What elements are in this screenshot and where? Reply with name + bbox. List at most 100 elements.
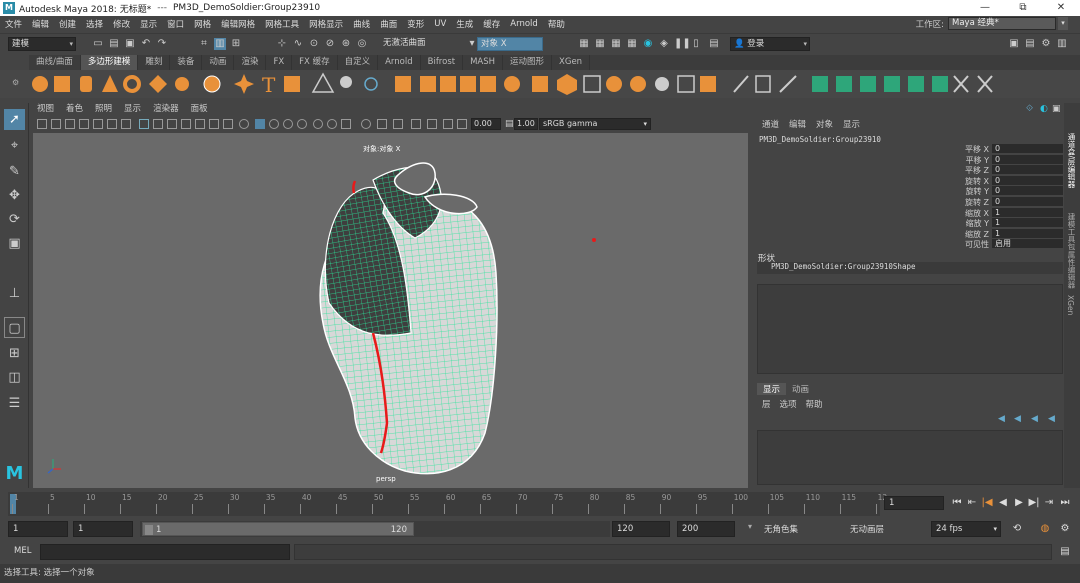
channel-row[interactable]: 平移 X0 <box>757 144 1063 154</box>
cb-menu-object[interactable]: 对象 <box>811 118 838 130</box>
undo-icon[interactable]: ↶ <box>140 38 152 50</box>
antialias-icon[interactable] <box>327 119 337 129</box>
collapse-icon[interactable] <box>700 76 716 92</box>
extract-icon[interactable] <box>480 76 496 92</box>
go-to-start-icon[interactable]: ⏮ <box>950 496 964 510</box>
login-dropdown[interactable]: 👤 登录 ▾ <box>730 37 810 51</box>
channel-row[interactable]: 平移 Z0 <box>757 165 1063 176</box>
panel-menu-lighting[interactable]: 照明 <box>89 103 118 116</box>
channel-row[interactable]: 旋转 X0 <box>757 175 1063 186</box>
panel-dock-icon[interactable]: ◐ <box>1040 104 1048 114</box>
platonic-solid-icon[interactable] <box>203 75 221 93</box>
frame-selected-icon[interactable] <box>443 119 453 129</box>
boolean-intersect-icon[interactable] <box>460 76 476 92</box>
image-plane-icon[interactable] <box>79 119 89 129</box>
snap-surface-icon[interactable]: ⊛ <box>340 38 352 50</box>
hud-icon[interactable] <box>361 119 371 129</box>
channel-value[interactable]: 0 <box>992 144 1063 154</box>
gamma-field[interactable]: 1.00 <box>514 118 538 130</box>
select-object-icon[interactable]: ▥ <box>214 38 226 50</box>
mel-label[interactable]: MEL <box>14 546 31 556</box>
shelf-options-icon[interactable]: ⚙ <box>12 78 19 87</box>
play-backward-icon[interactable]: ◀ <box>996 496 1010 510</box>
separate-icon[interactable] <box>340 76 352 88</box>
depth-of-field-icon[interactable] <box>341 119 351 129</box>
paint-select-icon[interactable]: ✎ <box>4 161 25 182</box>
resolution-gate-icon[interactable] <box>121 119 131 129</box>
pause-ipr-icon[interactable]: ❚❚ <box>674 38 691 50</box>
bevel-icon[interactable] <box>606 76 622 92</box>
panel-menu-show[interactable]: 显示 <box>118 103 147 116</box>
shelf-tab-motion-graphics[interactable]: 运动图形 <box>503 55 553 70</box>
menu-edit[interactable]: 编辑 <box>27 18 54 30</box>
open-scene-icon[interactable]: ▤ <box>108 38 120 50</box>
motion-blur-icon[interactable] <box>313 119 323 129</box>
move-tool-icon[interactable]: ✥ <box>4 185 25 206</box>
menu-deform[interactable]: 变形 <box>402 18 429 30</box>
shape-row[interactable]: PM3D_DemoSoldier:Group23910Shape <box>757 262 1063 274</box>
panel-float-icon[interactable]: ⟐ <box>1026 104 1033 114</box>
panel-menu-view[interactable]: 视图 <box>31 103 60 116</box>
shelf-tab-sculpt[interactable]: 雕刻 <box>138 55 171 70</box>
fill-hole-icon[interactable] <box>630 76 646 92</box>
shade-wire-icon[interactable] <box>167 119 177 129</box>
xray-components-icon[interactable] <box>283 119 293 129</box>
hypershade-icon[interactable]: ◉ <box>642 38 654 50</box>
layer-move-down-icon[interactable]: ◀ <box>1014 414 1021 424</box>
shelf-tab-rendering[interactable]: 渲染 <box>234 55 267 70</box>
bridge-icon[interactable] <box>583 75 601 93</box>
channel-value[interactable]: 1 <box>992 218 1063 229</box>
layer-tab-display[interactable]: 显示 <box>757 383 787 395</box>
boolean-union-icon[interactable] <box>420 76 436 92</box>
layer-tab-anim[interactable]: 动画 <box>786 383 815 395</box>
film-gate-icon[interactable] <box>107 119 117 129</box>
shelf-tab-arnold[interactable]: Arnold <box>378 55 421 70</box>
side-tab-attribute-editor[interactable]: 属性编辑器 <box>1066 251 1077 289</box>
channel-row[interactable]: 缩放 Z1 <box>757 228 1063 239</box>
poly-cylinder-icon[interactable] <box>80 76 92 92</box>
camera-lock-icon[interactable] <box>411 119 421 129</box>
go-to-end-icon[interactable]: ⏭ <box>1058 496 1072 510</box>
anim-end-field[interactable]: 200 <box>677 521 735 537</box>
poly-torus-icon[interactable] <box>123 75 141 93</box>
menu-arnold[interactable]: Arnold <box>505 19 543 29</box>
menu-curves[interactable]: 曲线 <box>348 18 375 30</box>
gate-mask-icon[interactable] <box>457 119 467 129</box>
channel-row[interactable]: 可见性 启用 <box>757 239 1063 250</box>
menu-create[interactable]: 创建 <box>54 18 81 30</box>
shelf-tab-fx[interactable]: FX <box>266 55 293 70</box>
retopo-icon[interactable] <box>532 76 548 92</box>
camera-attr-icon[interactable] <box>51 119 61 129</box>
new-layer-selected-icon[interactable]: ◀ <box>1048 414 1055 424</box>
play-forward-icon[interactable]: ▶ <box>1012 496 1026 510</box>
outliner-layout-icon[interactable]: ☰ <box>4 393 25 414</box>
new-layer-icon[interactable]: ◀ <box>1031 414 1038 424</box>
select-tool-icon[interactable]: ➚ <box>4 109 25 130</box>
sidebar-toggle-icon[interactable]: ▤ <box>708 38 720 50</box>
lights-icon[interactable] <box>195 119 205 129</box>
connect-icon[interactable] <box>860 76 876 92</box>
panel-menu-panels[interactable]: 面板 <box>185 103 214 116</box>
exposure-field[interactable]: 0.00 <box>471 118 501 130</box>
character-set-dropdown[interactable]: 无角色集 <box>764 523 798 535</box>
layer-move-up-icon[interactable]: ◀ <box>998 414 1005 424</box>
cb-menu-channels[interactable]: 通道 <box>757 118 784 130</box>
layer-menu-options[interactable]: 选项 <box>780 398 806 410</box>
shelf-tab-custom[interactable]: 自定义 <box>338 55 379 70</box>
shelf-tab-animation[interactable]: 动画 <box>202 55 235 70</box>
channel-value[interactable]: 0 <box>992 165 1063 176</box>
mirror-icon[interactable] <box>395 76 411 92</box>
layer-menu-layers[interactable]: 层 <box>762 398 780 410</box>
channel-box-icon[interactable]: ▥ <box>1056 38 1068 50</box>
uv-editor-icon[interactable] <box>953 75 969 93</box>
anim-layer-dropdown[interactable]: 无动画层 <box>850 523 884 535</box>
snap-view-icon[interactable]: ⊘ <box>324 38 336 50</box>
panel-close-icon[interactable]: ▣ <box>1052 104 1061 114</box>
step-forward-frame-icon[interactable]: ▶| <box>1027 496 1041 510</box>
menu-file[interactable]: 文件 <box>0 18 27 30</box>
auto-key-icon[interactable]: ◍ <box>1038 522 1052 536</box>
xray-joints-icon[interactable] <box>269 119 279 129</box>
shelf-tab-bifrost[interactable]: Bifrost <box>421 55 464 70</box>
panel-menu-renderer[interactable]: 渲染器 <box>147 103 185 116</box>
offset-edge-loop-icon[interactable] <box>779 75 797 93</box>
